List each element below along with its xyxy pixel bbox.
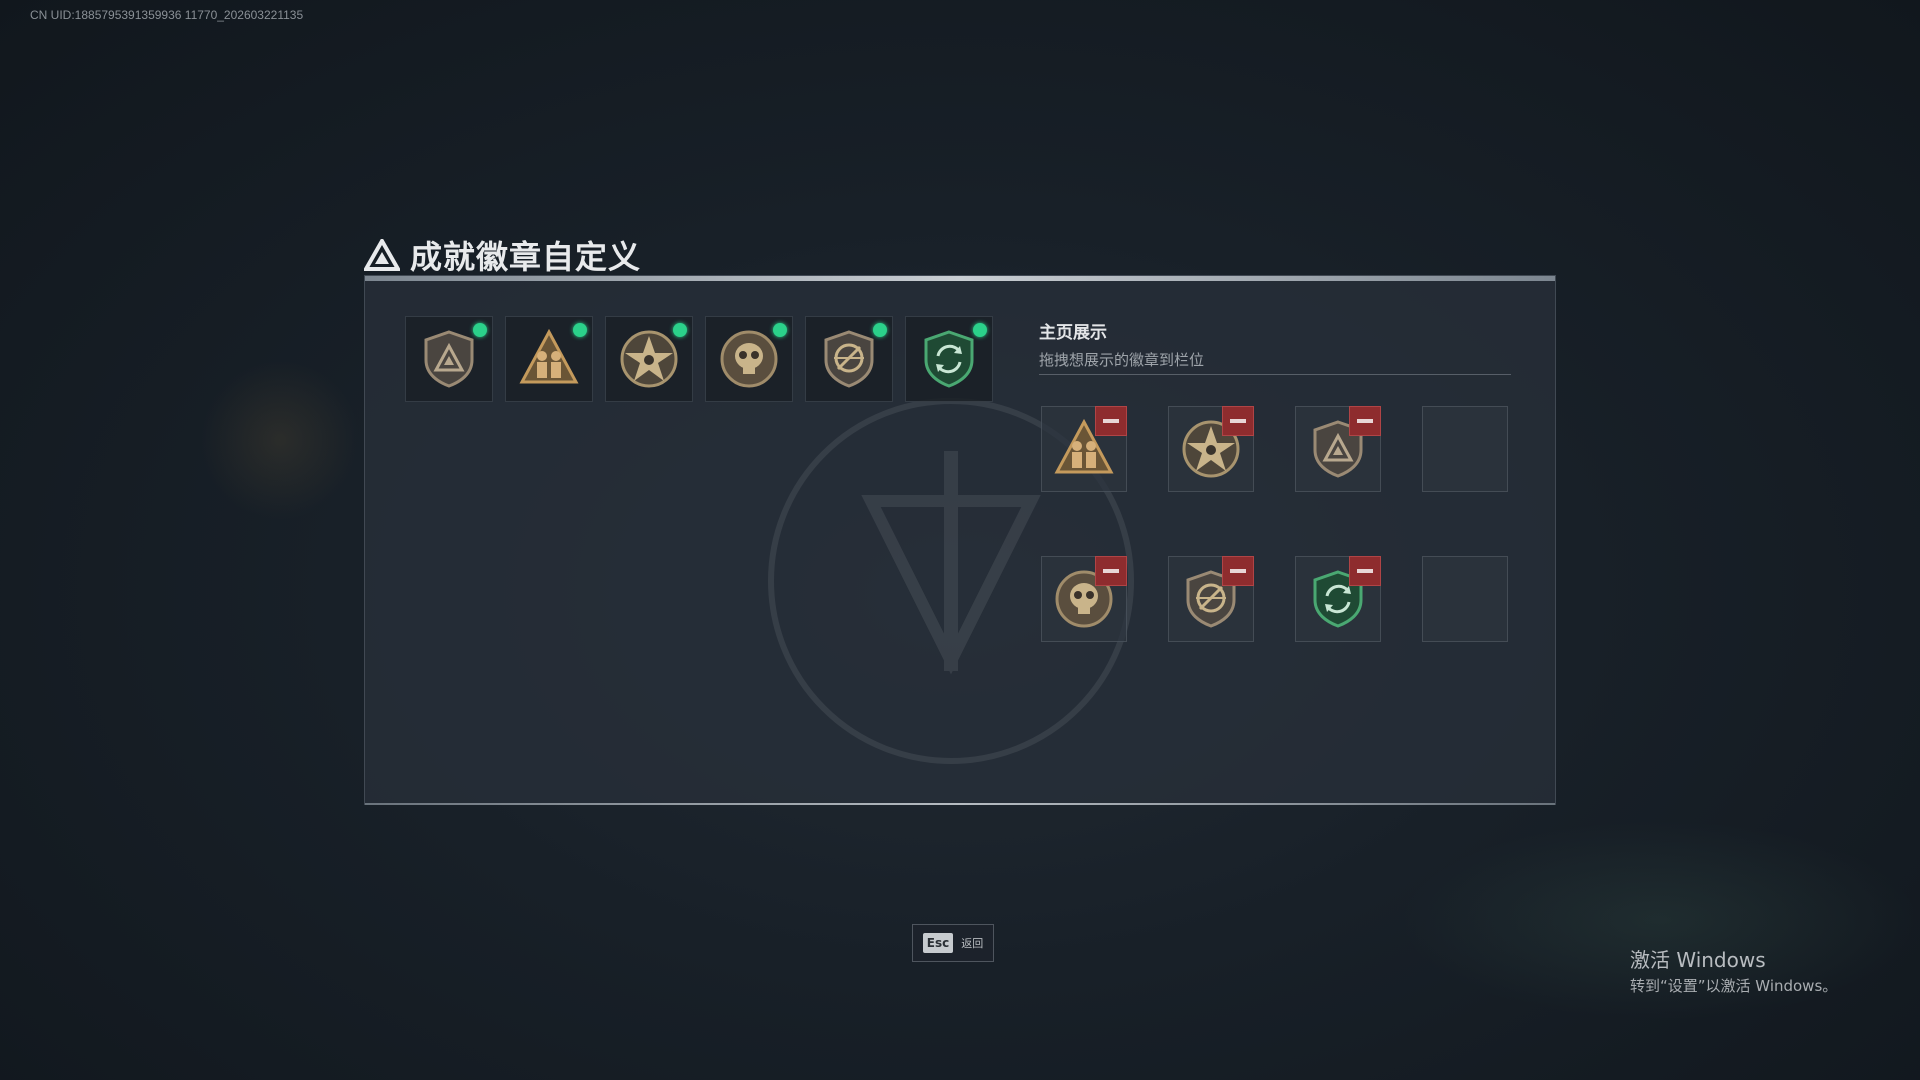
back-label: 返回 xyxy=(961,937,984,950)
remove-badge-button[interactable] xyxy=(1222,406,1254,436)
dialog-title: 成就徽章自定义 xyxy=(410,238,642,276)
skull-badge-icon xyxy=(720,330,778,388)
shield-no-rifle-badge-icon xyxy=(824,330,874,388)
homepage-display-header: 主页展示 拖拽想展示的徽章到栏位 xyxy=(1039,318,1511,370)
display-slot-1[interactable] xyxy=(1041,406,1127,492)
display-slot-4-empty[interactable] xyxy=(1422,406,1508,492)
equipped-indicator xyxy=(573,323,587,337)
triangle-logo-icon xyxy=(364,239,400,271)
owned-badges-row xyxy=(405,316,993,402)
display-slot-2[interactable] xyxy=(1168,406,1254,492)
minus-icon xyxy=(1230,569,1246,573)
esc-key-icon: Esc xyxy=(922,933,954,953)
minus-icon xyxy=(1357,569,1373,573)
display-slot-7[interactable] xyxy=(1295,556,1381,642)
display-subtitle: 拖拽想展示的徽章到栏位 xyxy=(1039,351,1205,369)
remove-badge-button[interactable] xyxy=(1095,556,1127,586)
equipped-indicator xyxy=(773,323,787,337)
equipped-indicator xyxy=(673,323,687,337)
star-badge-icon xyxy=(620,330,678,388)
remove-badge-button[interactable] xyxy=(1349,406,1381,436)
display-slot-3[interactable] xyxy=(1295,406,1381,492)
owned-badge-slot[interactable] xyxy=(405,316,493,402)
uid-label: CN UID:1885795391359936 11770_2026032211… xyxy=(30,8,304,22)
background-glow-left xyxy=(200,360,360,520)
owned-badge-slot[interactable] xyxy=(505,316,593,402)
activation-title: 激活 Windows xyxy=(1630,948,1766,972)
display-title: 主页展示 xyxy=(1039,323,1107,343)
owned-badge-slot[interactable] xyxy=(705,316,793,402)
remove-badge-button[interactable] xyxy=(1349,556,1381,586)
activation-subtitle: 转到“设置”以激活 Windows。 xyxy=(1630,977,1838,995)
minus-icon xyxy=(1103,569,1119,573)
back-button[interactable]: Esc 返回 xyxy=(912,924,994,962)
minus-icon xyxy=(1230,419,1246,423)
equipped-indicator xyxy=(873,323,887,337)
equipped-indicator xyxy=(473,323,487,337)
owned-badge-slot[interactable] xyxy=(905,316,993,402)
remove-badge-button[interactable] xyxy=(1222,556,1254,586)
windows-activation-watermark: 激活 Windows 转到“设置”以激活 Windows。 xyxy=(1630,944,1837,996)
panel-bottom-line xyxy=(365,803,1555,805)
minus-icon xyxy=(1357,419,1373,423)
display-slots-grid xyxy=(1041,406,1508,642)
minus-icon xyxy=(1103,419,1119,423)
display-slot-6[interactable] xyxy=(1168,556,1254,642)
shield-triangle-badge-icon xyxy=(424,330,474,388)
display-divider xyxy=(1039,374,1511,375)
owned-badge-slot[interactable] xyxy=(805,316,893,402)
panel-top-bar xyxy=(365,276,1555,281)
display-slot-8-empty[interactable] xyxy=(1422,556,1508,642)
equipped-indicator xyxy=(973,323,987,337)
badge-customize-panel: 主页展示 拖拽想展示的徽章到栏位 xyxy=(364,275,1556,805)
green-shield-arrows-badge-icon xyxy=(924,330,974,388)
display-slot-5[interactable] xyxy=(1041,556,1127,642)
dialog-header: 成就徽章自定义 xyxy=(364,232,641,278)
remove-badge-button[interactable] xyxy=(1095,406,1127,436)
triangle-soldiers-badge-icon xyxy=(519,328,579,384)
owned-badge-slot[interactable] xyxy=(605,316,693,402)
